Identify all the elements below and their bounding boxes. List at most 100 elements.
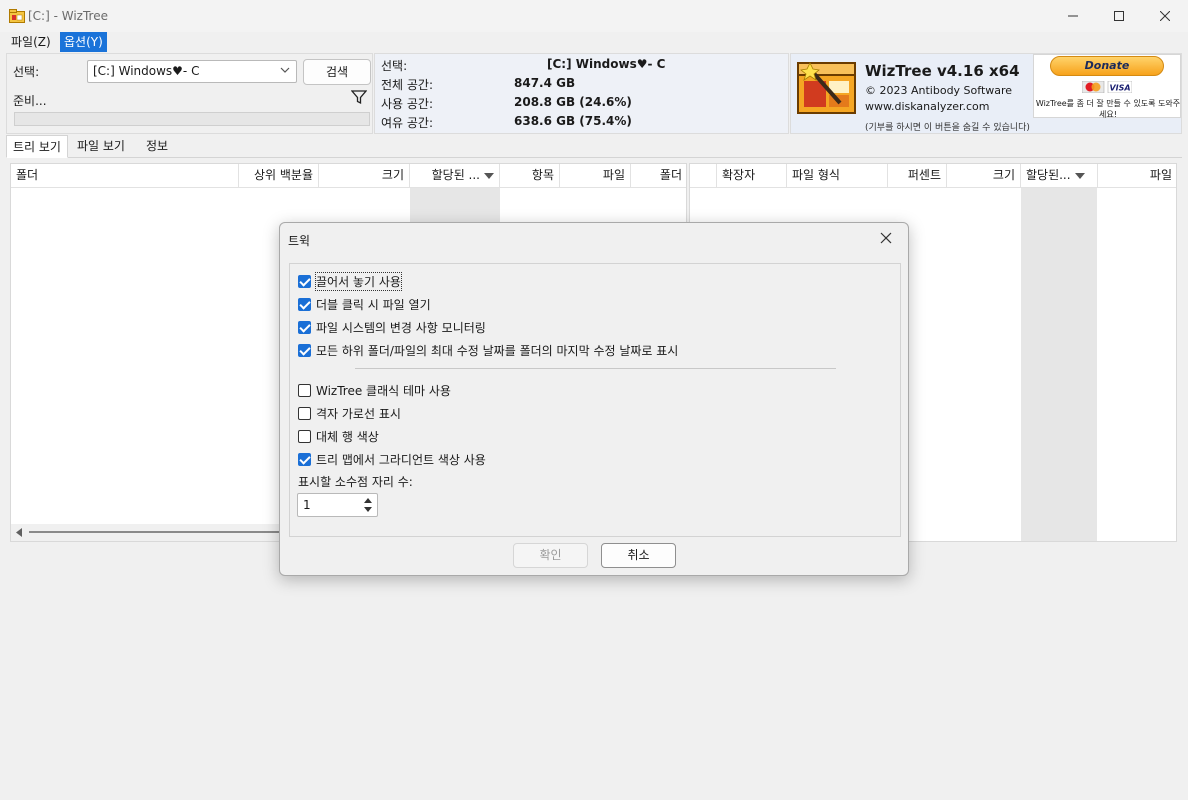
scrollbar-thumb[interactable] bbox=[29, 531, 284, 533]
info-label-selection: 선택: bbox=[381, 59, 408, 73]
menu-options[interactable]: 옵션(Y) bbox=[60, 32, 107, 52]
decimal-places-stepper[interactable]: 1 bbox=[297, 493, 378, 517]
menu-file[interactable]: 파일(Z) bbox=[7, 32, 55, 52]
separator bbox=[355, 368, 836, 369]
col-extension[interactable]: 확장자 bbox=[717, 164, 787, 188]
col-allocated[interactable]: 할당된 ... bbox=[410, 164, 500, 188]
scroll-left-icon[interactable] bbox=[15, 528, 23, 537]
col-ext-files[interactable]: 파일 bbox=[1098, 164, 1177, 188]
maximize-icon bbox=[1114, 11, 1124, 21]
payment-cards-icon: VISA bbox=[1082, 81, 1132, 93]
info-value-used: 208.8 GB (24.6%) bbox=[514, 95, 632, 109]
checkbox-classic-theme[interactable]: WizTree 클래식 테마 사용 bbox=[298, 381, 451, 399]
dialog-title: 트윅 bbox=[288, 234, 311, 248]
extension-table-header: 확장자 파일 형식 퍼센트 크기 할당된... 파일 bbox=[690, 164, 1176, 188]
checkbox-max-modified-date[interactable]: 모든 하위 폴더/파일의 최대 수정 날짜를 폴더의 마지막 수정 날짜로 표시 bbox=[298, 341, 678, 359]
donate-text: WizTree를 좀 더 잘 만들 수 있도록 도와주세요! bbox=[1035, 99, 1181, 119]
col-percent[interactable]: 퍼센트 bbox=[888, 164, 947, 188]
status-text: 준비... bbox=[13, 94, 47, 108]
maximize-button[interactable] bbox=[1096, 0, 1142, 32]
donate-button[interactable]: Donate bbox=[1050, 56, 1164, 76]
brand-panel: WizTree v4.16 x64 © 2023 Antibody Softwa… bbox=[790, 53, 1182, 134]
checkbox-checked-icon[interactable] bbox=[298, 452, 311, 466]
donate-box[interactable]: Donate VISA WizTree를 좀 더 잘 만들 수 있도록 도와주세… bbox=[1033, 54, 1181, 119]
checkbox-label: WizTree 클래식 테마 사용 bbox=[316, 383, 451, 398]
brand-website-link[interactable]: www.diskanalyzer.com bbox=[865, 100, 990, 113]
checkbox-checked-icon[interactable] bbox=[298, 343, 311, 357]
checkbox-unchecked-icon[interactable] bbox=[298, 383, 311, 397]
decimal-places-value: 1 bbox=[303, 498, 311, 512]
col-file-type[interactable]: 파일 형식 bbox=[787, 164, 888, 188]
view-tabs: 트리 보기 파일 보기 정보 bbox=[6, 135, 1182, 158]
checkbox-treemap-gradient[interactable]: 트리 맵에서 그라디언트 색상 사용 bbox=[298, 450, 486, 468]
checkbox-label: 대체 행 색상 bbox=[316, 429, 379, 444]
donate-note: (기부를 하시면 이 버튼을 숨길 수 있습니다) bbox=[865, 123, 1030, 133]
checkbox-label: 격자 가로선 표시 bbox=[316, 406, 401, 421]
checkbox-label: 트리 맵에서 그라디언트 색상 사용 bbox=[316, 452, 486, 467]
info-label-free: 여유 공간: bbox=[381, 116, 434, 130]
brand-title: WizTree v4.16 x64 bbox=[865, 62, 1020, 80]
ok-button[interactable]: 확인 bbox=[513, 543, 588, 568]
scan-progress-bar bbox=[14, 112, 370, 126]
info-value-selection: [C:] Windows♥- C bbox=[547, 57, 666, 71]
search-button[interactable]: 검색 bbox=[303, 59, 371, 85]
filter-icon[interactable] bbox=[351, 89, 367, 105]
tree-table-header: 폴더 상위 백분율 크기 할당된 ... 항목 파일 폴더 bbox=[11, 164, 686, 188]
cancel-button[interactable]: 취소 bbox=[601, 543, 676, 568]
col-ext-allocated[interactable]: 할당된... bbox=[1021, 164, 1098, 188]
title-bar: [C:] - WizTree bbox=[0, 0, 1188, 32]
checkbox-label: 파일 시스템의 변경 사항 모니터링 bbox=[316, 320, 486, 335]
info-label-used: 사용 공간: bbox=[381, 97, 434, 111]
col-ext-size[interactable]: 크기 bbox=[947, 164, 1021, 188]
col-items[interactable]: 항목 bbox=[500, 164, 560, 188]
checkbox-label: 모든 하위 폴더/파일의 최대 수정 날짜를 폴더의 마지막 수정 날짜로 표시 bbox=[316, 343, 679, 358]
tab-file-view[interactable]: 파일 보기 bbox=[71, 135, 131, 158]
window-title: [C:] - WizTree bbox=[28, 9, 108, 23]
checkbox-grid-lines[interactable]: 격자 가로선 표시 bbox=[298, 404, 401, 422]
col-files[interactable]: 파일 bbox=[560, 164, 631, 188]
col-color[interactable] bbox=[690, 164, 717, 188]
checkbox-unchecked-icon[interactable] bbox=[298, 429, 311, 443]
menu-bar: 파일(Z) 옵션(Y) bbox=[0, 32, 1188, 52]
col-parent-percent[interactable]: 상위 백분율 bbox=[239, 164, 319, 188]
drive-select[interactable]: [C:] Windows♥- C bbox=[87, 60, 297, 83]
sort-desc-icon bbox=[484, 172, 494, 179]
col-folders[interactable]: 폴더 bbox=[631, 164, 687, 188]
checkbox-checked-icon[interactable] bbox=[298, 297, 311, 311]
checkbox-alternate-row-color[interactable]: 대체 행 색상 bbox=[298, 427, 379, 445]
options-group: 끌어서 놓기 사용 더블 클릭 시 파일 열기 파일 시스템의 변경 사항 모니… bbox=[289, 263, 901, 537]
checkbox-checked-icon[interactable] bbox=[298, 274, 311, 288]
col-size[interactable]: 크기 bbox=[319, 164, 410, 188]
checkbox-drag-drop[interactable]: 끌어서 놓기 사용 bbox=[298, 271, 402, 291]
checkbox-label: 더블 클릭 시 파일 열기 bbox=[316, 297, 431, 312]
spin-arrows-icon[interactable] bbox=[363, 496, 373, 514]
info-value-total: 847.4 GB bbox=[514, 76, 576, 90]
checkbox-double-click-open[interactable]: 더블 클릭 시 파일 열기 bbox=[298, 295, 431, 313]
checkbox-checked-icon[interactable] bbox=[298, 320, 311, 334]
checkbox-label: 끌어서 놓기 사용 bbox=[315, 271, 402, 291]
tab-info[interactable]: 정보 bbox=[140, 135, 174, 158]
col-folder[interactable]: 폴더 bbox=[11, 164, 239, 188]
close-icon bbox=[1160, 11, 1170, 21]
close-window-button[interactable] bbox=[1142, 0, 1188, 32]
checkbox-monitor-changes[interactable]: 파일 시스템의 변경 사항 모니터링 bbox=[298, 318, 486, 336]
chevron-down-icon bbox=[280, 67, 290, 73]
minimize-button[interactable] bbox=[1050, 0, 1096, 32]
select-label: 선택: bbox=[13, 65, 40, 79]
info-value-free: 638.6 GB (75.4%) bbox=[514, 114, 632, 128]
decimal-places-label: 표시할 소수점 자리 수: bbox=[298, 475, 413, 489]
wiztree-logo-icon bbox=[797, 62, 856, 114]
info-label-total: 전체 공간: bbox=[381, 78, 434, 92]
col-ext-allocated-label: 할당된... bbox=[1026, 168, 1071, 182]
svg-text:VISA: VISA bbox=[1109, 84, 1130, 93]
col-allocated-label: 할당된 ... bbox=[431, 168, 480, 182]
top-panel: 선택: [C:] Windows♥- C 검색 준비... 선택: [C:] W… bbox=[6, 53, 1182, 135]
sort-desc-icon bbox=[1074, 172, 1085, 179]
checkbox-unchecked-icon[interactable] bbox=[298, 406, 311, 420]
drive-select-value: [C:] Windows♥- C bbox=[93, 64, 200, 78]
tab-tree-view[interactable]: 트리 보기 bbox=[6, 135, 68, 158]
tweaks-dialog: 트윅 끌어서 놓기 사용 더블 클릭 시 파일 열기 파일 시스템의 변경 사항… bbox=[279, 222, 909, 576]
wiztree-app-icon bbox=[9, 9, 25, 23]
close-icon[interactable] bbox=[878, 230, 894, 246]
drive-info-panel: 선택: [C:] Windows♥- C 전체 공간: 847.4 GB 사용 … bbox=[374, 53, 789, 134]
